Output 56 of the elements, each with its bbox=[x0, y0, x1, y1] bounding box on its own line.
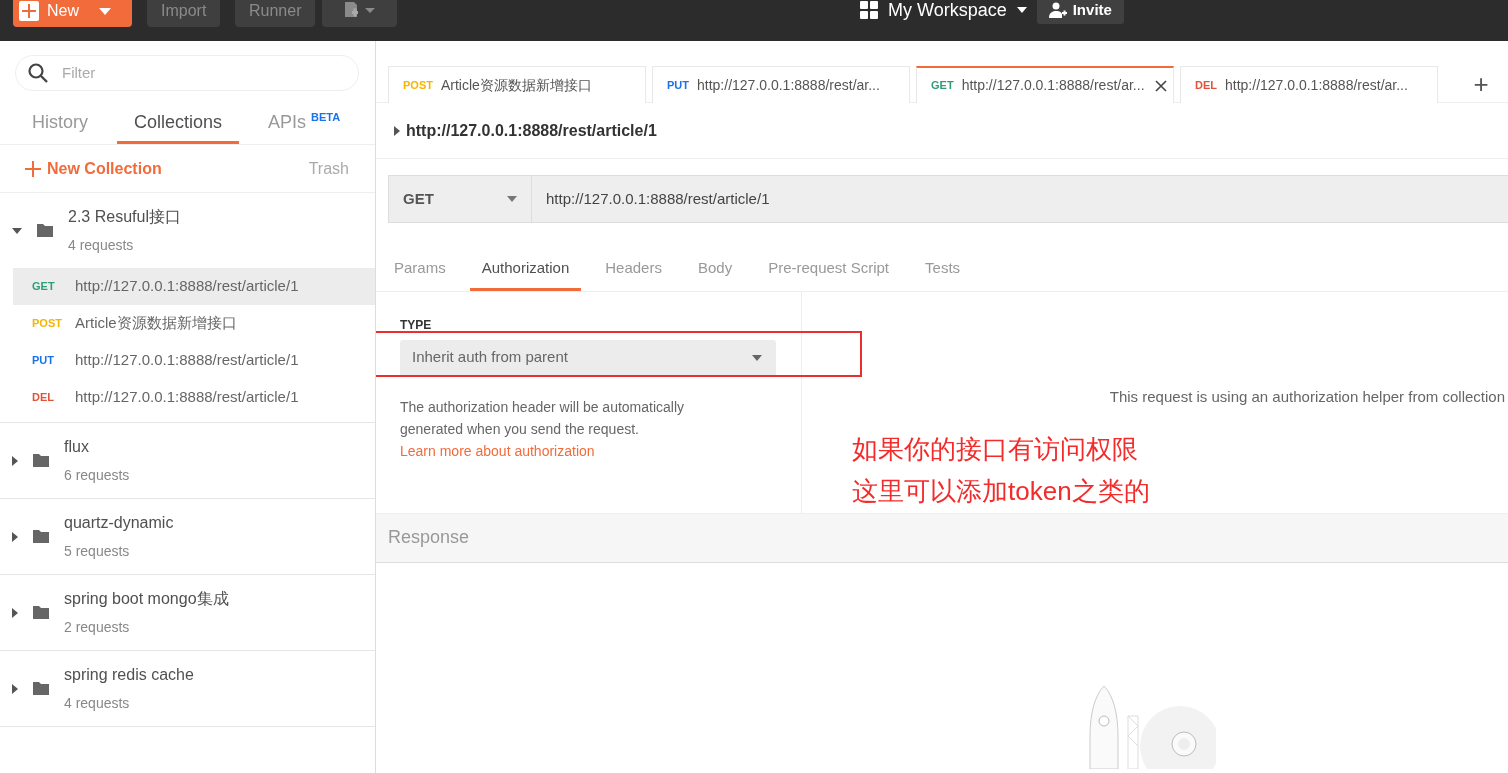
add-tab-button[interactable]: + bbox=[1459, 66, 1503, 102]
request-count: 2 requests bbox=[64, 618, 131, 637]
request-count: 6 requests bbox=[64, 466, 130, 485]
auth-description: The authorization header will be automatically generated when you send the request. Learn more about authorization bbox=[400, 397, 686, 461]
collection-name[interactable]: spring redis cache bbox=[64, 663, 194, 687]
collection-name[interactable]: spring boot mongo集成 bbox=[64, 587, 229, 611]
expand-arrow-icon[interactable] bbox=[12, 455, 18, 466]
add-user-icon bbox=[1048, 2, 1067, 18]
helper-text: This request is using an authorization helper from collection bbox=[1109, 386, 1505, 407]
expand-arrow-icon[interactable] bbox=[394, 125, 400, 136]
request-item[interactable]: DEL http://127.0.0.1:8888/rest/article/1 bbox=[13, 379, 375, 416]
expand-arrow-icon[interactable] bbox=[12, 607, 18, 618]
collection-name[interactable]: 2.3 Resuful接口 bbox=[68, 205, 181, 229]
request-item[interactable]: GET http://127.0.0.1:8888/rest/article/1 bbox=[13, 268, 375, 305]
folder-icon bbox=[37, 224, 53, 237]
close-icon[interactable] bbox=[1155, 79, 1167, 92]
folder-icon bbox=[33, 530, 49, 543]
collection-name[interactable]: flux bbox=[64, 435, 130, 459]
sidebar-tab[interactable]: APIs $^{BETA}$ bbox=[251, 91, 358, 144]
invite-button[interactable]: Invite bbox=[1036, 0, 1124, 24]
expand-arrow-icon[interactable] bbox=[12, 531, 18, 542]
caret-icon bbox=[1016, 7, 1027, 13]
caret-icon bbox=[752, 354, 762, 361]
workspace-switcher[interactable]: My Workspace bbox=[888, 0, 1007, 24]
search-icon bbox=[28, 63, 48, 83]
request-section-tab[interactable]: Authorization bbox=[469, 251, 582, 291]
request-tab[interactable]: PUT http://127.0.0.1:8888/rest/ar... bbox=[652, 66, 910, 103]
folder-icon bbox=[33, 454, 49, 467]
request-count: 5 requests bbox=[64, 542, 131, 561]
filter-field[interactable]: Filter bbox=[60, 60, 310, 86]
plus-icon bbox=[25, 160, 41, 177]
caret-icon bbox=[507, 196, 517, 202]
request-item[interactable]: POST Article资源数据新增接口 bbox=[13, 305, 375, 342]
new-window-button[interactable] bbox=[322, 0, 397, 27]
expand-arrow-icon[interactable] bbox=[12, 227, 22, 234]
sidebar-tab[interactable]: Collections bbox=[117, 91, 240, 144]
folder-icon bbox=[33, 606, 49, 619]
request-title: http://127.0.0.1:8888/rest/article/1 bbox=[406, 120, 657, 141]
request-tab[interactable]: DEL http://127.0.0.1:8888/rest/ar... bbox=[1180, 66, 1438, 103]
request-tab[interactable]: POST Article资源数据新增接口 bbox=[388, 66, 646, 103]
type-label: TYPE bbox=[400, 316, 433, 334]
request-tab[interactable]: GET http://127.0.0.1:8888/rest/ar... bbox=[916, 66, 1174, 103]
request-count: 4 requests bbox=[64, 694, 131, 713]
collection-name[interactable]: quartz-dynamic bbox=[64, 511, 174, 535]
auth-type-dropdown[interactable]: Inherit auth from parent bbox=[400, 339, 776, 376]
response-header: Response bbox=[376, 513, 1508, 563]
plus-icon bbox=[19, 0, 39, 21]
expand-arrow-icon[interactable] bbox=[12, 683, 18, 694]
request-item[interactable]: PUT http://127.0.0.1:8888/rest/article/1 bbox=[13, 342, 375, 379]
grid-icon bbox=[860, 1, 878, 19]
annotation-text: 如果你的接口有访问权限 bbox=[852, 433, 1139, 466]
request-count: 4 requests bbox=[68, 236, 135, 255]
caret-icon[interactable] bbox=[98, 7, 111, 15]
folder-icon bbox=[33, 682, 49, 695]
url-bar[interactable]: GET http://127.0.0.1:8888/rest/article/1 bbox=[388, 175, 1508, 223]
annotation-text: 这里可以添加token之类的 bbox=[852, 475, 1150, 508]
